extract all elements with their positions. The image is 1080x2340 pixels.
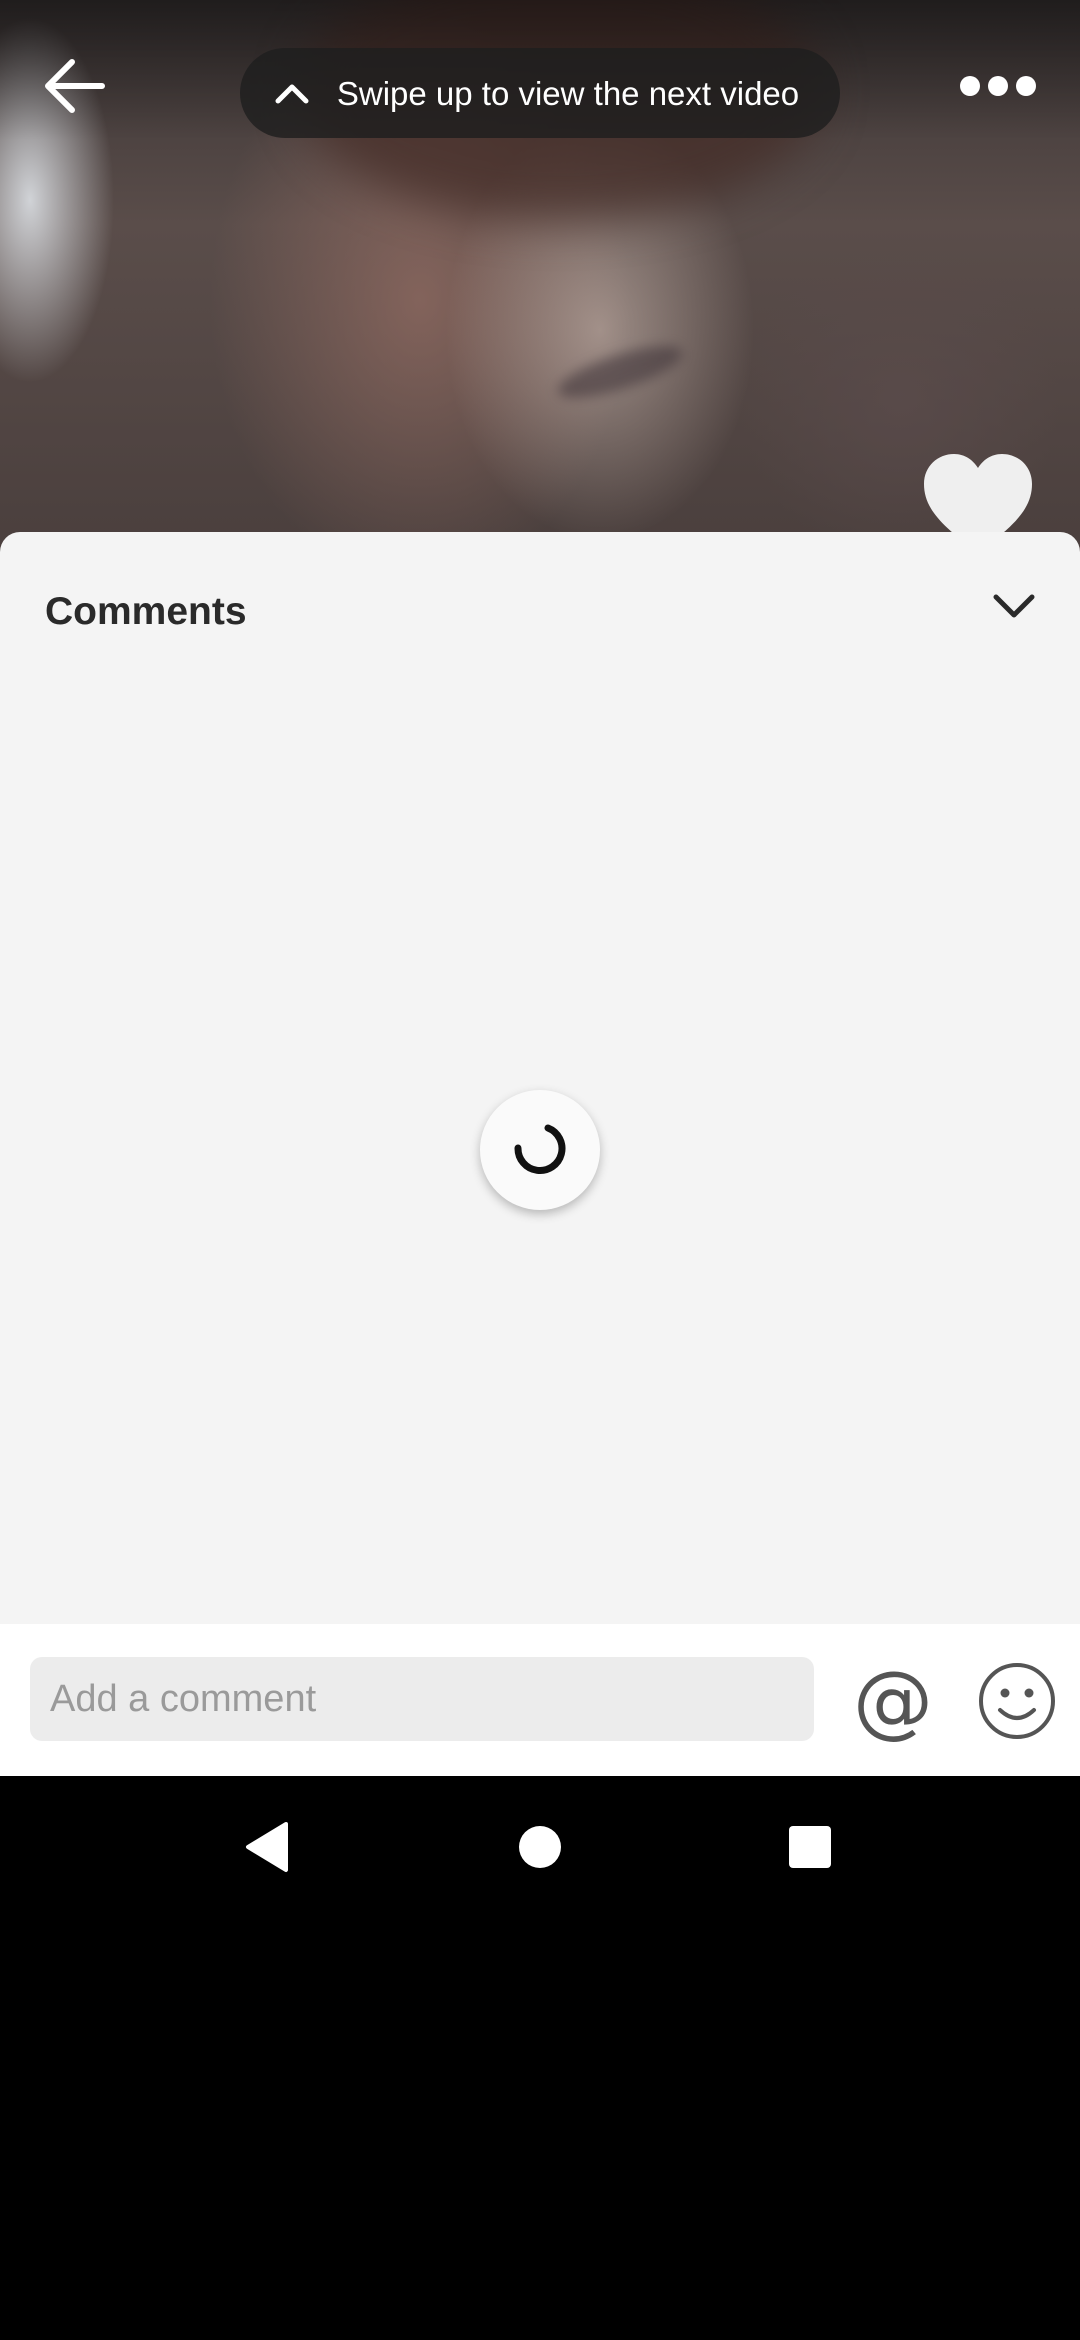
video-frame-shape bbox=[552, 335, 688, 409]
comments-title: Comments bbox=[45, 590, 247, 633]
mention-button[interactable]: @ bbox=[850, 1658, 936, 1744]
system-nav-bar bbox=[0, 1776, 1080, 1918]
nav-home-button[interactable] bbox=[495, 1802, 585, 1892]
circle-home-icon bbox=[519, 1826, 561, 1868]
smiley-icon bbox=[979, 1663, 1055, 1739]
swipe-hint-text: Swipe up to view the next video bbox=[336, 74, 800, 112]
three-dots-icon bbox=[960, 76, 1036, 96]
comment-input[interactable] bbox=[30, 1657, 814, 1741]
chevron-down-icon bbox=[993, 594, 1035, 618]
square-recents-icon bbox=[789, 1826, 831, 1868]
emoji-button[interactable] bbox=[974, 1658, 1060, 1744]
nav-back-button[interactable] bbox=[222, 1802, 312, 1892]
comments-sheet: Comments bbox=[0, 532, 1080, 1624]
loading-spinner bbox=[480, 1090, 600, 1210]
more-options-button[interactable] bbox=[950, 56, 1046, 116]
nav-recents-button[interactable] bbox=[765, 1802, 855, 1892]
comment-composer: @ bbox=[0, 1624, 1080, 1776]
triangle-back-icon bbox=[246, 1822, 288, 1872]
chevron-up-icon bbox=[270, 71, 314, 115]
at-sign-icon: @ bbox=[853, 1654, 933, 1747]
arrow-left-icon bbox=[45, 59, 105, 113]
back-button[interactable] bbox=[36, 48, 112, 124]
swipe-up-hint[interactable]: Swipe up to view the next video bbox=[240, 48, 840, 138]
collapse-comments-button[interactable] bbox=[984, 576, 1044, 636]
video-comments-screen: Swipe up to view the next video Comments bbox=[0, 0, 1080, 2340]
video-player[interactable]: Swipe up to view the next video bbox=[0, 0, 1080, 560]
spinner-icon bbox=[514, 1124, 566, 1174]
